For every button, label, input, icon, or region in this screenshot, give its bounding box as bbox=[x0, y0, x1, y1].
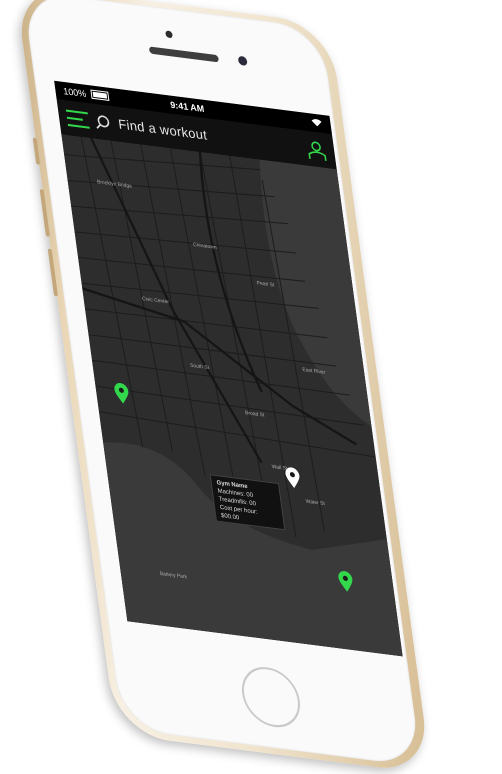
menu-icon[interactable] bbox=[65, 109, 90, 129]
scene: 100% 9:41 AM Find a workout Brooklyn Bri… bbox=[0, 0, 502, 774]
front-camera bbox=[237, 55, 248, 67]
gym-pin-south[interactable] bbox=[336, 569, 355, 594]
battery-indicator: 100% bbox=[63, 86, 109, 102]
phone-device: 100% 9:41 AM Find a workout Brooklyn Bri… bbox=[14, 0, 432, 774]
gym-info-popup[interactable]: Gym Name Machines: 00 Treadmills: 00 Cos… bbox=[209, 474, 286, 531]
gym-pin-west[interactable] bbox=[112, 381, 131, 406]
earpiece-speaker bbox=[148, 46, 220, 63]
proximity-sensor bbox=[165, 30, 173, 39]
battery-percent: 100% bbox=[62, 85, 87, 100]
nav-title: Find a workout bbox=[117, 116, 209, 143]
search-icon[interactable] bbox=[94, 113, 112, 131]
wifi-icon bbox=[310, 117, 323, 130]
battery-icon bbox=[89, 89, 109, 101]
home-button[interactable] bbox=[238, 663, 304, 731]
phone-face: 100% 9:41 AM Find a workout Brooklyn Bri… bbox=[22, 0, 422, 767]
status-time: 9:41 AM bbox=[169, 99, 205, 115]
profile-icon[interactable] bbox=[305, 139, 328, 162]
app-screen: 100% 9:41 AM Find a workout Brooklyn Bri… bbox=[54, 80, 403, 657]
gym-pin-selected[interactable] bbox=[283, 465, 302, 490]
